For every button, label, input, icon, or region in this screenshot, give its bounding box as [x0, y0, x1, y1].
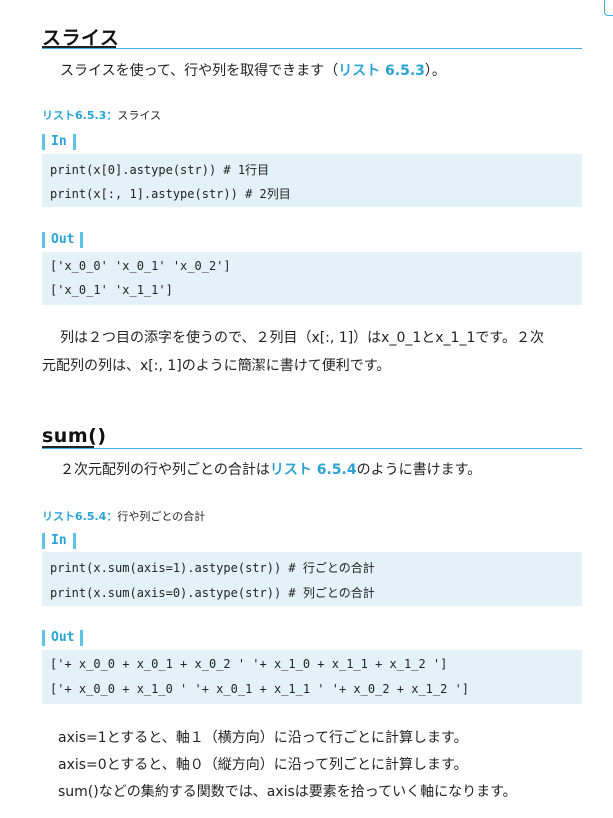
intro-text-end: ）。: [424, 63, 446, 79]
output-block: ['+ x_0_0 + x_0_1 + x_0_2 ' '+ x_1_0 + x…: [42, 650, 582, 704]
code-line: print(x.sum(axis=1).astype(str)) # 行ごとの合…: [50, 561, 375, 575]
output-line: ['x_0_0' 'x_0_1' 'x_0_2']: [50, 259, 231, 273]
page-edge-tab: [604, 0, 613, 16]
section-heading-sum: sum(): [42, 425, 107, 447]
body-paragraph-line: axis=1とすると、軸１（横方向）に沿って行ごとに計算します。: [58, 730, 468, 746]
listing-ref[interactable]: リスト 6.5.4: [270, 462, 357, 478]
listing-title: 行や列ごとの合計: [117, 510, 206, 523]
output-line: ['x_0_1' 'x_1_1']: [50, 283, 173, 297]
code-line: print(x[:, 1].astype(str)) # 2列目: [50, 187, 291, 201]
heading-rule: [42, 448, 582, 449]
code-block: print(x.sum(axis=1).astype(str)) # 行ごとの合…: [42, 552, 582, 606]
in-label: In: [42, 533, 76, 549]
in-label: In: [42, 134, 76, 150]
section-intro: ２次元配列の行や列ごとの合計はリスト 6.5.4のように書けます。: [60, 459, 481, 479]
out-label: Out: [42, 630, 84, 646]
intro-text: ２次元配列の行や列ごとの合計は: [60, 462, 270, 478]
output-block: ['x_0_0' 'x_0_1' 'x_0_2'] ['x_0_1' 'x_1_…: [42, 252, 582, 305]
intro-text-end: のように書けます。: [356, 462, 482, 478]
code-line: print(x[0].astype(str)) # 1行目: [50, 163, 270, 177]
listing-number: リスト6.5.3：: [42, 109, 118, 122]
out-label: Out: [42, 232, 84, 248]
code-line: print(x.sum(axis=0).astype(str)) # 列ごとの合…: [50, 586, 375, 600]
body-paragraph-line: sum()などの集約する関数では、axisは要素を拾っていく軸になります。: [58, 784, 517, 800]
intro-text: スライスを使って、行や列を取得できます（: [60, 63, 339, 79]
body-paragraph-line: 列は２つ目の添字を使うので、２列目（x[:, 1]）はx_0_1とx_1_1です…: [60, 330, 544, 346]
listing-number: リスト6.5.4：: [42, 510, 118, 523]
listing-caption: リスト6.5.4：行や列ごとの合計: [42, 508, 205, 524]
output-line: ['+ x_0_0 + x_0_1 + x_0_2 ' '+ x_1_0 + x…: [50, 657, 448, 671]
heading-rule: [42, 48, 582, 49]
body-paragraph-line: axis=0とすると、軸０（縦方向）に沿って列ごとに計算します。: [58, 757, 468, 773]
section-intro: スライスを使って、行や列を取得できます（リスト 6.5.3）。: [60, 60, 446, 80]
code-block: print(x[0].astype(str)) # 1行目 print(x[:,…: [42, 154, 582, 207]
listing-caption: リスト6.5.3：スライス: [42, 107, 161, 123]
output-line: ['+ x_0_0 + x_1_0 ' '+ x_0_1 + x_1_1 ' '…: [50, 682, 470, 696]
listing-ref[interactable]: リスト 6.5.3: [338, 63, 425, 79]
listing-title: スライス: [117, 109, 161, 122]
body-paragraph-line: 元配列の列は、x[:, 1]のように簡潔に書けて便利です。: [42, 358, 391, 374]
